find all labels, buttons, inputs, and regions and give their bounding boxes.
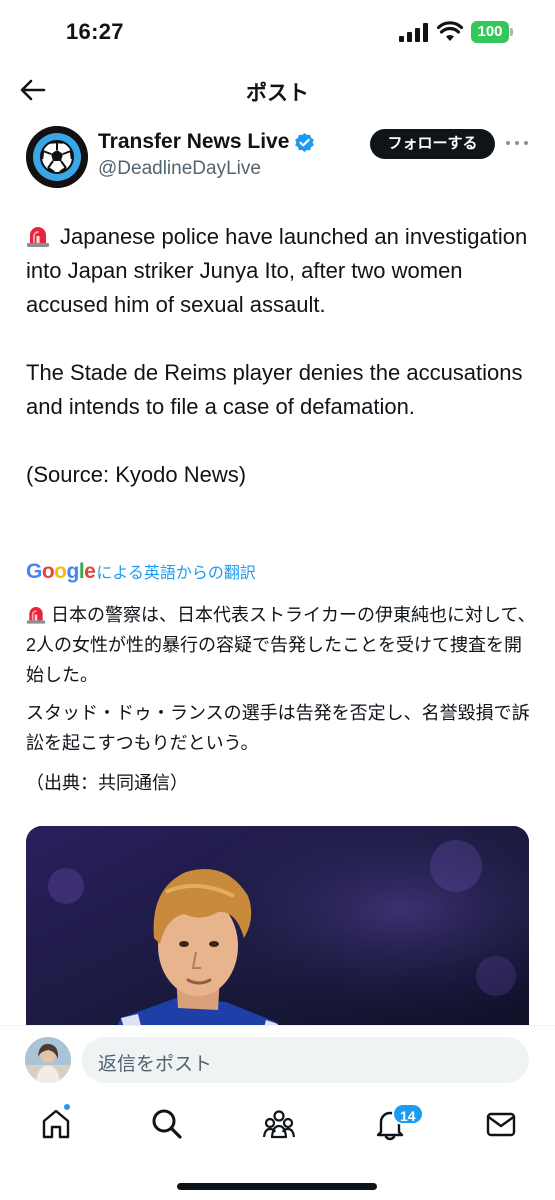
search-icon[interactable] bbox=[150, 1107, 184, 1141]
reply-placeholder: 返信をポスト bbox=[98, 1054, 213, 1075]
home-icon[interactable] bbox=[39, 1107, 73, 1141]
translated-paragraph-3: （出典：共同通信） bbox=[26, 773, 188, 793]
author-avatar[interactable] bbox=[26, 126, 88, 188]
translated-text: 日本の警察は、日本代表ストライカーの伊東純也に対して、2人の女性が性的暴行の容疑… bbox=[26, 600, 536, 798]
mail-icon[interactable] bbox=[484, 1107, 518, 1141]
siren-icon bbox=[27, 227, 49, 247]
translated-paragraph-2: スタッド・ドゥ・ランスの選手は告発を否定し、名誉毀損で訴訟を起こすつもりだという… bbox=[26, 703, 530, 753]
bottom-navigation: 14 bbox=[0, 1097, 555, 1200]
cellular-signal-icon bbox=[399, 23, 428, 42]
top-header: ポスト bbox=[0, 64, 555, 116]
post-text: Japanese police have launched an investi… bbox=[26, 220, 536, 492]
soccer-ball-logo bbox=[26, 126, 88, 188]
page-title: ポスト bbox=[246, 82, 309, 105]
translation-header[interactable]: Google による英語からの翻訳 bbox=[26, 559, 256, 584]
post-paragraph-2: The Stade de Reims player denies the acc… bbox=[26, 360, 523, 419]
verified-icon bbox=[295, 132, 315, 152]
battery-level: 100 bbox=[471, 21, 509, 43]
post-paragraph-3: (Source: Kyodo News) bbox=[26, 462, 247, 487]
home-indicator[interactable] bbox=[177, 1183, 377, 1190]
google-logo: Google bbox=[26, 560, 96, 583]
translated-paragraph-1-text: 日本の警察は、日本代表ストライカーの伊東純也に対して、2人の女性が性的暴行の容疑… bbox=[26, 605, 536, 685]
communities-icon[interactable] bbox=[262, 1107, 296, 1141]
more-icon[interactable] bbox=[505, 133, 529, 153]
siren-icon bbox=[26, 607, 46, 624]
battery-indicator: 100 bbox=[471, 21, 513, 43]
reply-input[interactable]: 返信をポスト bbox=[82, 1037, 529, 1083]
reply-bar: 返信をポスト bbox=[0, 1025, 555, 1097]
home-notification-dot bbox=[63, 1103, 71, 1111]
author-name[interactable]: Transfer News Live bbox=[98, 130, 289, 154]
user-avatar[interactable] bbox=[25, 1037, 71, 1083]
wifi-icon bbox=[437, 21, 463, 41]
author-name-row[interactable]: Transfer News Live bbox=[98, 130, 315, 154]
post-paragraph-1: Japanese police have launched an investi… bbox=[26, 220, 536, 322]
author-handle[interactable]: @DeadlineDayLive bbox=[98, 158, 261, 180]
notifications-badge: 14 bbox=[392, 1103, 424, 1125]
user-avatar-image bbox=[25, 1037, 71, 1083]
status-time: 16:27 bbox=[66, 19, 124, 44]
status-bar: 16:27 100 bbox=[0, 0, 555, 64]
translation-label[interactable]: による英語からの翻訳 bbox=[96, 559, 256, 583]
battery-cap bbox=[510, 28, 513, 36]
follow-button[interactable]: フォローする bbox=[370, 129, 495, 159]
post-paragraph-1-text: Japanese police have launched an investi… bbox=[26, 224, 528, 317]
translated-paragraph-1: 日本の警察は、日本代表ストライカーの伊東純也に対して、2人の女性が性的暴行の容疑… bbox=[26, 600, 536, 690]
